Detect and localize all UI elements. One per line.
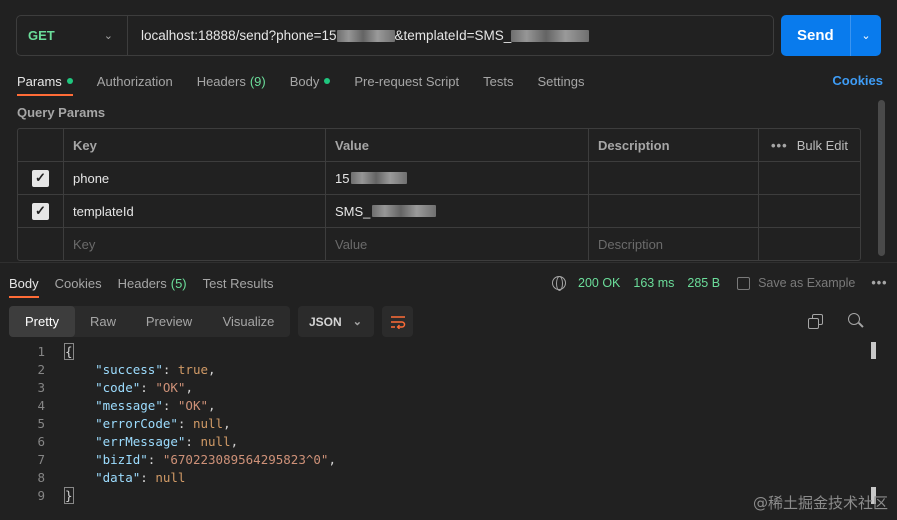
response-meta: 200 OK 163 ms 285 B Save as Example ••• — [552, 272, 887, 294]
method-select[interactable]: GET ⌄ — [17, 16, 128, 55]
tab-params[interactable]: Params — [17, 70, 73, 96]
code-line: 8 "data": null — [37, 469, 186, 485]
body-dot-icon — [324, 78, 331, 84]
more-dots-icon: ••• — [771, 137, 788, 153]
tab-headers[interactable]: Headers (9) — [197, 70, 266, 92]
status-code[interactable]: 200 OK — [578, 276, 620, 290]
format-select[interactable]: JSON ⌄ — [298, 306, 374, 337]
param-key[interactable]: templateId — [64, 195, 326, 227]
response-body-editor[interactable]: 1{ 2 "success": true, 3 "code": "OK", 4 … — [0, 342, 870, 504]
code-line: 6 "errMessage": null, — [37, 433, 239, 449]
fmt-raw[interactable]: Raw — [75, 306, 131, 337]
code-line: 2 "success": true, — [37, 361, 216, 377]
checkbox-templateid[interactable]: ✓ — [32, 202, 49, 220]
code-line: 7 "bizId": "670223089564295823^0", — [37, 451, 336, 467]
code-line: 9} — [37, 486, 74, 504]
editor-scrollbar-top[interactable] — [871, 342, 876, 359]
header-key: Key — [64, 129, 326, 161]
response-size[interactable]: 285 B — [687, 276, 720, 290]
redacted-template — [511, 29, 590, 42]
query-params-title: Query Params — [17, 105, 106, 120]
code-line: 1{ — [37, 342, 74, 360]
tab-settings[interactable]: Settings — [537, 70, 584, 92]
code-line: 3 "code": "OK", — [37, 379, 193, 395]
response-time[interactable]: 163 ms — [633, 276, 674, 290]
tab-authorization[interactable]: Authorization — [97, 70, 173, 92]
res-tab-test-results[interactable]: Test Results — [203, 272, 274, 294]
params-dot-icon — [66, 78, 73, 84]
wrap-lines-button[interactable] — [382, 306, 413, 337]
search-icon[interactable] — [848, 313, 864, 329]
param-description[interactable] — [589, 195, 759, 227]
redacted-phone — [336, 29, 395, 42]
cookies-link[interactable]: Cookies — [832, 73, 883, 88]
res-tab-headers[interactable]: Headers (5) — [118, 272, 187, 294]
globe-icon[interactable] — [552, 276, 566, 291]
tab-pre-request-script[interactable]: Pre-request Script — [354, 70, 459, 92]
save-icon — [737, 276, 751, 290]
tab-body[interactable]: Body — [290, 70, 331, 92]
url-input[interactable]: localhost:18888/send?phone=15 &templateI… — [128, 28, 590, 43]
chevron-down-icon: ⌄ — [103, 30, 113, 42]
table-header-row: Key Value Description ••• Bulk Edit — [18, 129, 860, 162]
params-table: Key Value Description ••• Bulk Edit ✓ pho… — [17, 128, 861, 261]
url-text-middle: &templateId=SMS_ — [394, 28, 512, 43]
table-row: ✓ phone 15 — [18, 162, 860, 195]
header-value: Value — [326, 129, 589, 161]
param-key[interactable]: phone — [64, 162, 326, 194]
redacted-value — [372, 205, 437, 217]
method-label: GET — [28, 28, 55, 43]
chevron-down-icon: ⌄ — [352, 316, 362, 328]
more-options-icon[interactable]: ••• — [871, 276, 887, 290]
fmt-preview[interactable]: Preview — [131, 306, 207, 337]
new-key-input[interactable]: Key — [64, 228, 326, 260]
table-row-empty: Key Value Description — [18, 228, 860, 260]
checkbox-phone[interactable]: ✓ — [32, 169, 49, 187]
copy-icon[interactable] — [808, 314, 824, 330]
send-options-chevron-icon[interactable]: ⌄ — [850, 15, 881, 56]
param-description[interactable] — [589, 162, 759, 194]
pane-divider[interactable] — [0, 262, 897, 263]
response-tabs: Body Cookies Headers (5) Test Results — [9, 272, 289, 298]
tab-tests[interactable]: Tests — [483, 70, 513, 92]
res-tab-body[interactable]: Body — [9, 272, 39, 298]
redacted-value — [351, 172, 408, 184]
param-value[interactable]: 15 — [326, 162, 589, 194]
request-scrollbar[interactable] — [878, 100, 885, 256]
bulk-edit-button[interactable]: ••• Bulk Edit — [759, 129, 860, 161]
res-tab-cookies[interactable]: Cookies — [55, 272, 102, 294]
header-description: Description — [589, 129, 759, 161]
code-line: 4 "message": "OK", — [37, 397, 216, 413]
wrap-icon — [390, 315, 405, 329]
table-row: ✓ templateId SMS_ — [18, 195, 860, 228]
new-description-input[interactable]: Description — [589, 228, 759, 260]
url-bar: GET ⌄ localhost:18888/send?phone=15 &tem… — [16, 15, 774, 56]
request-tabs: Params Authorization Headers (9) Body Pre… — [17, 70, 883, 96]
new-value-input[interactable]: Value — [326, 228, 589, 260]
send-button[interactable]: Send ⌄ — [781, 15, 881, 56]
url-text-prefix: localhost:18888/send?phone=15 — [141, 28, 337, 43]
watermark: @稀土掘金技术社区 — [752, 494, 888, 512]
fmt-visualize[interactable]: Visualize — [207, 306, 290, 337]
save-as-example-button[interactable]: Save as Example — [737, 276, 855, 290]
param-value[interactable]: SMS_ — [326, 195, 589, 227]
code-line: 5 "errorCode": null, — [37, 415, 231, 431]
fmt-pretty[interactable]: Pretty — [9, 306, 75, 337]
send-label: Send — [797, 27, 834, 44]
format-tabs: Pretty Raw Preview Visualize — [9, 306, 290, 337]
